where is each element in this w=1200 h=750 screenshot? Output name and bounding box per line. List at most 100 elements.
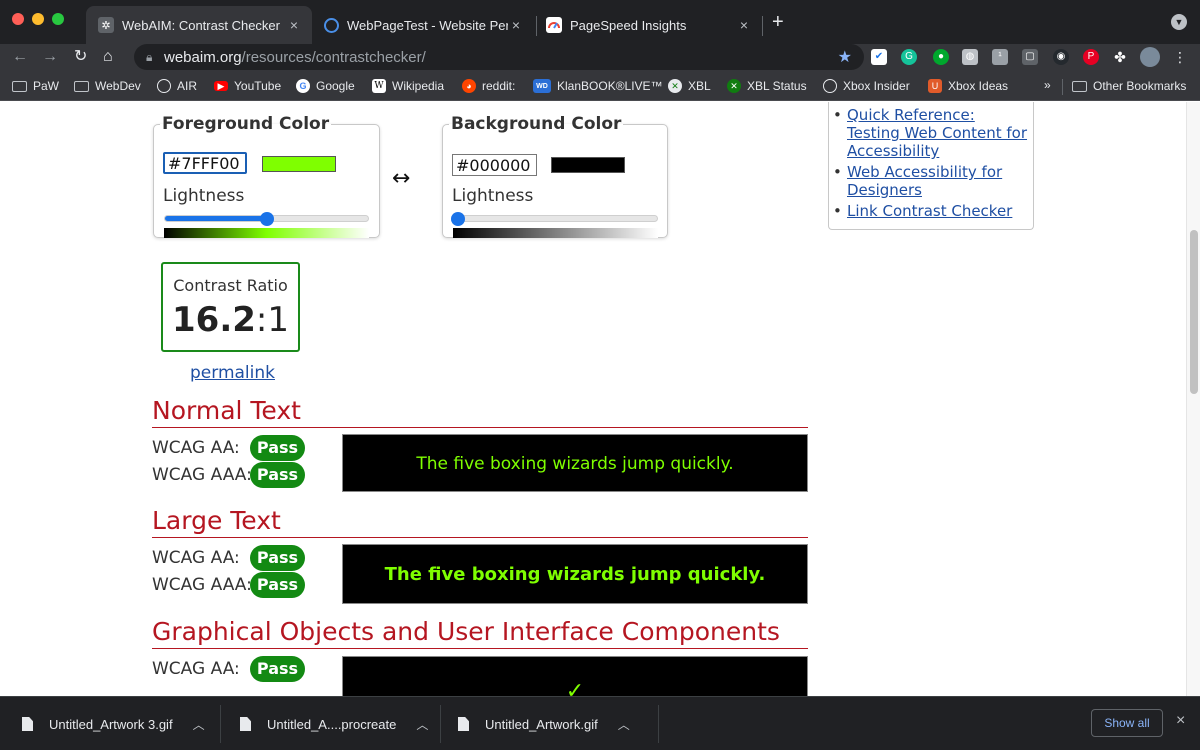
reddit-icon: ◕ <box>462 79 476 93</box>
avatar[interactable] <box>1140 47 1160 67</box>
gear-favicon-icon: ✲ <box>98 17 114 33</box>
background-color-panel: Background Color Lightness <box>442 114 668 238</box>
folder-icon <box>12 80 27 92</box>
home-icon[interactable]: ⌂ <box>103 48 113 66</box>
link-contrast-checker[interactable]: Link Contrast Checker <box>833 202 1031 220</box>
bookmark-star-icon[interactable]: ★ <box>838 47 852 67</box>
normal-aa-pass-badge: Pass <box>250 435 305 461</box>
foreground-legend: Foreground Color <box>162 114 330 134</box>
bookmark-xbox-insider[interactable]: Xbox Insider <box>823 78 910 94</box>
bookmark-webdev[interactable]: WebDev <box>74 78 141 94</box>
show-all-button[interactable]: Show all <box>1091 709 1163 737</box>
chevron-up-icon[interactable]: ︿ <box>193 716 205 733</box>
graphical-objects-heading: Graphical Objects and User Interface Com… <box>152 617 808 649</box>
google-icon: G <box>296 79 310 93</box>
browser-toolbar: ← → ↻ ⌂ 🔒︎ webaim.org/resources/contrast… <box>0 44 1200 71</box>
background-lightness-slider[interactable] <box>453 215 658 222</box>
download-filename: Untitled_Artwork 3.gif <box>49 716 173 732</box>
large-text-heading: Large Text <box>152 506 808 538</box>
lock-icon: 🔒︎ <box>146 50 153 64</box>
bookmark-xbox-ideas[interactable]: U Xbox Ideas <box>928 78 1008 94</box>
bookmark-youtube[interactable]: ▶ YouTube <box>214 78 281 94</box>
contrast-ratio-value: 16.2:1 <box>172 300 289 340</box>
foreground-lightness-gradient <box>164 228 369 238</box>
file-icon <box>240 717 251 731</box>
scrollbar-thumb[interactable] <box>1190 230 1198 394</box>
address-bar[interactable]: 🔒︎ webaim.org/resources/contrastchecker/… <box>134 44 864 70</box>
normal-text-sample: The five boxing wizards jump quickly. <box>342 434 808 492</box>
normal-text-heading: Normal Text <box>152 396 808 428</box>
close-tab-icon[interactable]: × <box>508 17 524 33</box>
link-quick-reference[interactable]: Quick Reference: Testing Web Content for… <box>833 106 1031 160</box>
download-item[interactable]: Untitled_Artwork.gif ︿ <box>458 697 654 750</box>
large-aa-label: WCAG AA: <box>152 548 240 568</box>
extension-icon[interactable]: ¹ <box>992 49 1008 65</box>
kebab-menu-icon[interactable]: ⋮ <box>1172 49 1188 65</box>
extension-icon[interactable]: ◍ <box>962 49 978 65</box>
bookmarks-bar: PaW WebDev AIR ▶ YouTube G Google W Wikiped… <box>0 71 1200 101</box>
bookmark-reddit[interactable]: ◕ reddit: <box>462 78 515 94</box>
bookmark-wikipedia[interactable]: W Wikipedia <box>372 78 444 94</box>
bookmark-xbl-status[interactable]: ✕ XBL Status <box>727 78 807 94</box>
download-filename: Untitled_Artwork.gif <box>485 716 598 732</box>
link-web-accessibility-designers[interactable]: Web Accessibility for Designers <box>833 163 1031 199</box>
bookmark-xbl[interactable]: ✕ XBL <box>668 78 711 94</box>
pinterest-extension-icon[interactable]: P <box>1083 49 1099 65</box>
background-legend: Background Color <box>451 114 622 134</box>
graphical-aa-pass-badge: Pass <box>250 656 305 682</box>
tab-webpagetest[interactable]: WebPageTest - Website Perform × <box>320 6 530 44</box>
foreground-hex-input[interactable] <box>163 152 247 174</box>
new-tab-button[interactable]: + <box>772 12 784 32</box>
foreground-lightness-handle[interactable] <box>259 212 274 226</box>
tab-webaim[interactable]: ✲ WebAIM: Contrast Checker × <box>86 6 312 44</box>
permalink-link[interactable]: permalink <box>190 363 275 383</box>
reload-icon[interactable]: ↻ <box>74 48 87 66</box>
github-extension-icon[interactable]: ◉ <box>1053 49 1069 65</box>
grammarly-extension-icon[interactable]: G <box>901 49 917 65</box>
folder-icon <box>74 80 89 92</box>
pocket-extension-icon[interactable]: ✔ <box>871 49 887 65</box>
page-scrollbar[interactable] <box>1186 102 1200 696</box>
swap-colors-icon[interactable]: ↔ <box>392 166 410 191</box>
other-bookmarks[interactable]: Other Bookmarks <box>1072 78 1186 94</box>
background-hex-input[interactable] <box>452 154 537 176</box>
background-lightness-gradient <box>453 228 658 238</box>
foreground-lightness-label: Lightness <box>163 186 245 206</box>
large-aaa-label: WCAG AAA: <box>152 575 252 595</box>
close-tab-icon[interactable]: × <box>736 17 752 33</box>
wikipedia-icon: W <box>372 79 386 93</box>
tab-title: PageSpeed Insights <box>570 17 687 33</box>
background-lightness-handle[interactable] <box>451 212 465 226</box>
background-color-swatch[interactable] <box>551 157 625 173</box>
folder-icon <box>1072 80 1087 92</box>
globe-favicon-icon <box>324 17 339 33</box>
contrast-ratio-label: Contrast Ratio <box>173 276 288 295</box>
foreground-color-swatch[interactable] <box>262 156 336 172</box>
bookmarks-overflow-button[interactable]: » <box>1044 78 1051 92</box>
file-icon <box>22 717 33 731</box>
puzzle-extensions-icon[interactable]: ✤ <box>1112 49 1128 65</box>
chevron-up-icon[interactable]: ︿ <box>618 716 630 733</box>
bookmark-klanbook[interactable]: WD KlanBOOK®LIVE™ <box>533 78 663 94</box>
large-aa-pass-badge: Pass <box>250 545 305 571</box>
forward-arrow-icon[interactable]: → <box>42 48 58 66</box>
bookmark-paw[interactable]: PaW <box>12 78 59 94</box>
tab-search-icon[interactable]: ▼ <box>1171 14 1187 30</box>
fullscreen-window-button[interactable] <box>52 13 64 25</box>
checkmark-icon: ✓ <box>565 679 585 696</box>
back-arrow-icon[interactable]: ← <box>12 48 28 66</box>
close-tab-icon[interactable]: × <box>286 17 302 33</box>
minimize-window-button[interactable] <box>32 13 44 25</box>
bookmark-google[interactable]: G Google <box>296 78 355 94</box>
evernote-extension-icon[interactable]: ● <box>933 49 949 65</box>
download-item[interactable]: Untitled_Artwork 3.gif ︿ <box>22 697 218 750</box>
url-text: webaim.org/resources/contrastchecker/ <box>164 49 426 66</box>
download-item[interactable]: Untitled_A....procreate ︿ <box>240 697 436 750</box>
tab-pagespeed[interactable]: PageSpeed Insights × <box>544 6 756 44</box>
bookmark-air[interactable]: AIR <box>157 78 197 94</box>
close-download-shelf-icon[interactable]: × <box>1176 712 1185 730</box>
chevron-up-icon[interactable]: ︿ <box>416 716 428 733</box>
extension-icon[interactable]: ▢ <box>1022 49 1038 65</box>
close-window-button[interactable] <box>12 13 24 25</box>
xbox-icon: ✕ <box>668 79 682 93</box>
